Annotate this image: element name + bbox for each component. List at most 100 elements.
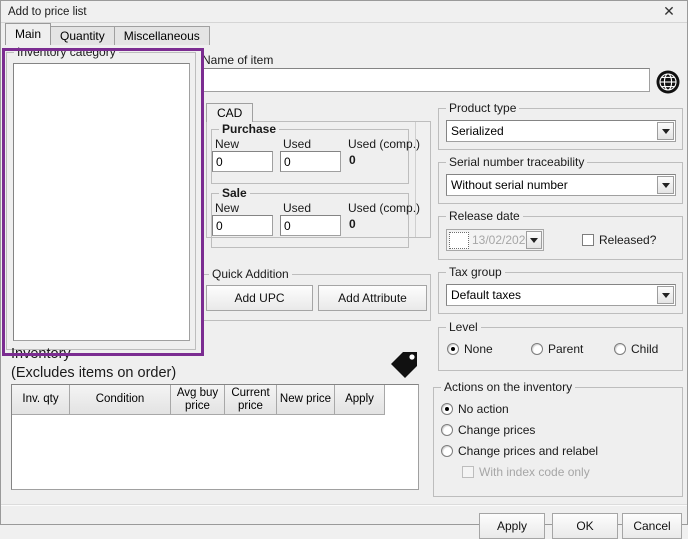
radio-mark [531, 343, 543, 355]
sale-new-value: 0 [216, 219, 223, 233]
tax-group-value: Default taxes [451, 288, 521, 302]
title-bar: Add to price list ✕ [1, 1, 687, 23]
action-radio-no-action[interactable]: No action [441, 402, 509, 416]
footer-divider [1, 504, 687, 506]
action-radio-no-action-label: No action [458, 402, 509, 416]
released-label: Released? [599, 233, 656, 247]
close-icon[interactable]: ✕ [651, 1, 687, 22]
inventory-section-subtitle: (Excludes items on order) [11, 365, 176, 381]
sale-used-comp-label: Used (comp.) [348, 201, 420, 215]
purchase-new-label: New [215, 137, 239, 151]
released-checkbox[interactable]: Released? [582, 233, 656, 247]
dialog-body: Inventory category Name of item [1, 45, 687, 524]
level-radio-none-label: None [464, 342, 493, 356]
name-of-item-input[interactable] [202, 68, 650, 92]
product-type-label: Product type [446, 101, 519, 115]
chevron-down-icon[interactable] [526, 231, 542, 249]
level-radio-child[interactable]: Child [614, 342, 658, 356]
add-upc-label: Add UPC [234, 291, 284, 305]
add-upc-button[interactable]: Add UPC [206, 285, 313, 311]
apply-button[interactable]: Apply [479, 513, 545, 539]
inventory-section-title: Inventory [11, 346, 71, 362]
sale-used-comp-value: 0 [349, 217, 356, 231]
purchase-used-label: Used [283, 137, 311, 151]
purchase-used-input[interactable]: 0 [280, 151, 341, 172]
sale-used-value: 0 [284, 219, 291, 233]
radio-mark [614, 343, 626, 355]
purchase-used-comp-label: Used (comp.) [348, 137, 420, 151]
action-radio-change-prices[interactable]: Change prices [441, 423, 535, 437]
chevron-down-icon[interactable] [657, 286, 674, 304]
checkbox-mark [582, 234, 594, 246]
sale-new-input[interactable]: 0 [212, 215, 273, 236]
level-radio-parent-label: Parent [548, 342, 583, 356]
tax-group-label: Tax group [446, 265, 505, 279]
actions-inventory-label: Actions on the inventory [441, 380, 575, 394]
currency-tab-cad-label: CAD [217, 106, 242, 120]
column-header-new-price[interactable]: New price [277, 385, 335, 415]
inventory-category-listbox[interactable] [13, 63, 190, 341]
serial-traceability-label: Serial number traceability [446, 155, 587, 169]
chevron-down-icon[interactable] [657, 122, 674, 140]
quick-addition-label: Quick Addition [209, 267, 292, 281]
column-header-condition[interactable]: Condition [70, 385, 171, 415]
serial-traceability-value: Without serial number [451, 178, 568, 192]
action-radio-change-prices-relabel[interactable]: Change prices and relabel [441, 444, 598, 458]
tag-icon [389, 350, 419, 381]
currency-tab-cad[interactable]: CAD [206, 103, 253, 122]
tab-main-label: Main [15, 27, 41, 41]
add-attribute-label: Add Attribute [338, 291, 407, 305]
radio-mark [447, 343, 459, 355]
tab-main[interactable]: Main [5, 23, 51, 45]
release-date-value: 13/02/2020 [472, 233, 532, 247]
sale-used-label: Used [283, 201, 311, 215]
radio-mark [441, 424, 453, 436]
cancel-button[interactable]: Cancel [622, 513, 682, 539]
cancel-label: Cancel [633, 519, 670, 533]
purchase-used-comp-value: 0 [349, 153, 356, 167]
add-attribute-button[interactable]: Add Attribute [318, 285, 427, 311]
table-header-row: Inv. qty Condition Avg buy price Current… [12, 385, 418, 415]
column-header-inv-qty[interactable]: Inv. qty [12, 385, 70, 415]
tab-quantity[interactable]: Quantity [50, 26, 115, 45]
sale-new-label: New [215, 201, 239, 215]
level-label: Level [446, 320, 481, 334]
level-radio-none[interactable]: None [447, 342, 493, 356]
action-radio-change-prices-label: Change prices [458, 423, 535, 437]
column-header-apply[interactable]: Apply [335, 385, 385, 415]
action-radio-change-prices-relabel-label: Change prices and relabel [458, 444, 598, 458]
level-radio-child-label: Child [631, 342, 658, 356]
tab-quantity-label: Quantity [60, 29, 105, 43]
purchase-label: Purchase [219, 122, 279, 136]
radio-mark [441, 445, 453, 457]
purchase-new-input[interactable]: 0 [212, 151, 273, 172]
with-index-code-only-checkbox: With index code only [462, 465, 590, 479]
release-date-label: Release date [446, 209, 523, 223]
chevron-down-icon[interactable] [657, 176, 674, 194]
tab-strip: Main Quantity Miscellaneous [1, 23, 687, 45]
apply-label: Apply [497, 519, 527, 533]
tax-group-select[interactable]: Default taxes [446, 284, 676, 306]
product-type-select[interactable]: Serialized [446, 120, 676, 142]
inventory-category-label: Inventory category [14, 45, 119, 59]
sale-used-input[interactable]: 0 [280, 215, 341, 236]
with-index-code-only-label: With index code only [479, 465, 590, 479]
release-date-enable-checkbox[interactable] [449, 232, 469, 249]
ok-label: OK [576, 519, 593, 533]
level-radio-parent[interactable]: Parent [531, 342, 583, 356]
tab-miscellaneous[interactable]: Miscellaneous [114, 26, 210, 45]
add-to-price-list-dialog: Add to price list ✕ Main Quantity Miscel… [0, 0, 688, 525]
purchase-new-value: 0 [216, 155, 223, 169]
radio-mark [441, 403, 453, 415]
inventory-table[interactable]: Inv. qty Condition Avg buy price Current… [11, 384, 419, 490]
release-date-picker[interactable]: 13/02/2020 [446, 229, 544, 251]
purchase-used-value: 0 [284, 155, 291, 169]
sale-label: Sale [219, 186, 250, 200]
serial-traceability-select[interactable]: Without serial number [446, 174, 676, 196]
tab-miscellaneous-label: Miscellaneous [124, 29, 200, 43]
name-of-item-label: Name of item [202, 53, 273, 67]
globe-icon[interactable] [655, 69, 681, 98]
column-header-current-price[interactable]: Current price [225, 385, 277, 415]
ok-button[interactable]: OK [552, 513, 618, 539]
column-header-avg-buy-price[interactable]: Avg buy price [171, 385, 225, 415]
